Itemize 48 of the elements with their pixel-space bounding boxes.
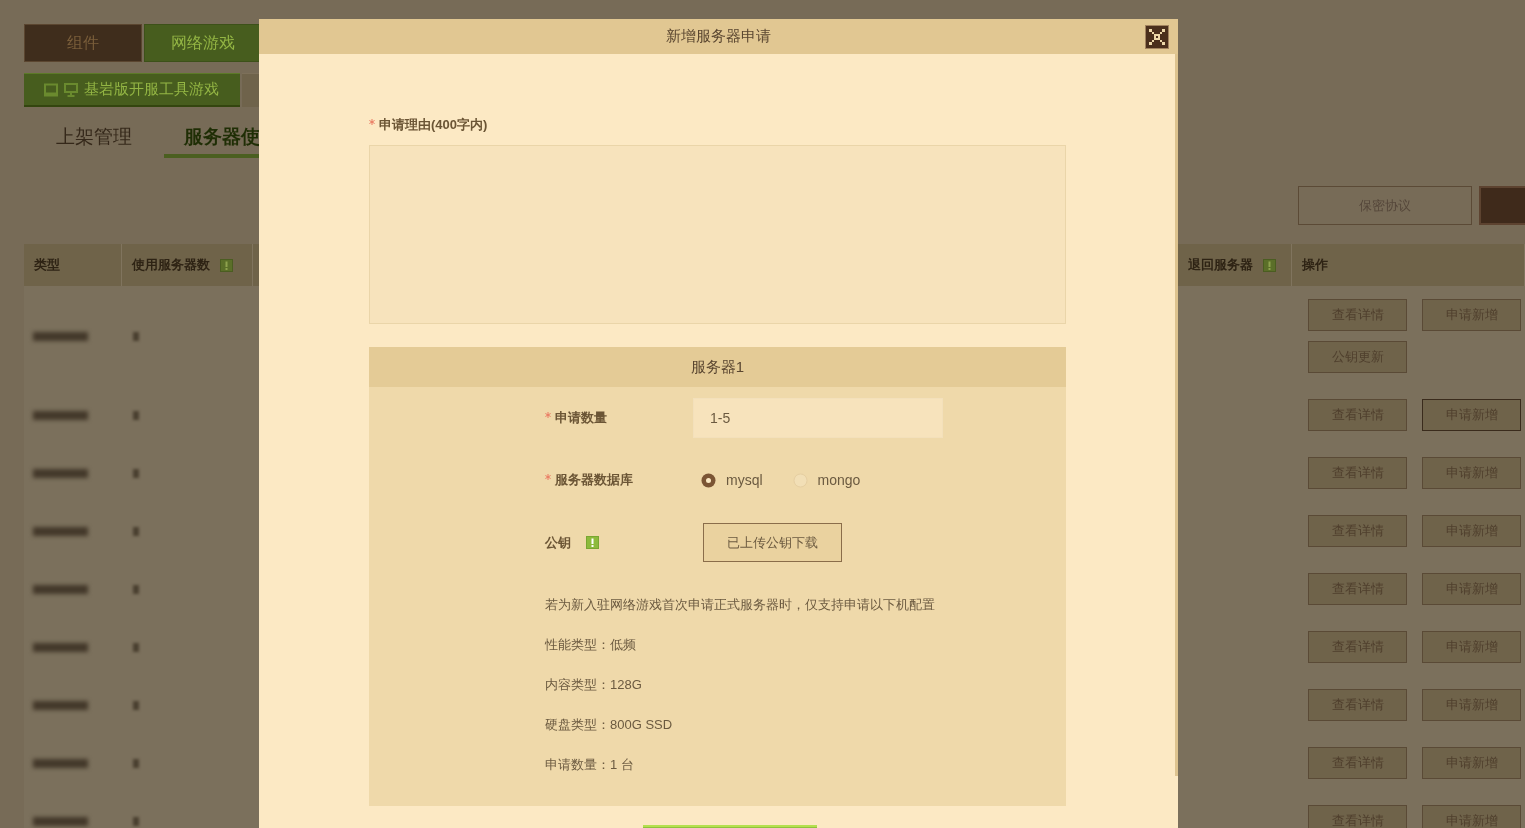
note-text: 硬盘类型：800G SSD	[545, 716, 673, 734]
blurred-text	[33, 758, 88, 768]
blurred-text	[133, 816, 139, 826]
blurred-text	[33, 331, 88, 341]
field-label: 申请数量	[555, 409, 607, 428]
radio-option[interactable]: mysql	[701, 469, 763, 491]
blurred-text	[133, 410, 139, 420]
dialog-title: 新增服务器申请	[666, 26, 771, 47]
blurred-text	[133, 642, 139, 652]
note-text: 内容类型：128G	[545, 676, 642, 694]
blurred-text	[33, 410, 88, 420]
blurred-text	[133, 584, 139, 594]
tab[interactable]: 上架管理	[24, 120, 164, 158]
blurred-text	[33, 642, 88, 652]
close-icon	[1145, 24, 1169, 49]
blurred-text	[33, 468, 88, 478]
column-header: 使用服务器数	[132, 256, 210, 275]
tab[interactable]: 基岩版开服工具游戏	[24, 73, 240, 107]
field-label: 服务器数据库	[555, 471, 633, 490]
blurred-text	[133, 700, 139, 710]
blurred-text	[133, 758, 139, 768]
column-header: 类型	[34, 256, 60, 275]
note-text: 性能类型：低频	[545, 636, 636, 654]
radio-option[interactable]: mongo	[792, 469, 861, 491]
blurred-text	[33, 700, 88, 710]
blurred-text	[33, 816, 88, 826]
close-button[interactable]	[1145, 24, 1169, 49]
note-text: 申请数量：1 台	[545, 756, 634, 774]
note-text: 若为新入驻网络游戏首次申请正式服务器时，仅支持申请以下机配置	[545, 596, 935, 614]
scrollbar[interactable]	[1175, 54, 1178, 776]
field-label: 申请理由(400字内)	[379, 116, 488, 135]
blurred-text	[133, 526, 139, 536]
monitor-icon	[64, 82, 78, 97]
panel-title: 服务器1	[690, 356, 745, 377]
blurred-text	[33, 584, 88, 594]
blurred-text	[33, 526, 88, 536]
tab[interactable]: 组件	[24, 24, 142, 62]
input-field[interactable]: 1-5	[693, 398, 943, 438]
blurred-text	[133, 331, 139, 341]
blurred-text	[133, 468, 139, 478]
column-header: 退回服务器	[1188, 256, 1253, 275]
field-label: 公钥	[545, 533, 571, 552]
download-button[interactable]: 已上传公钥下载	[703, 523, 842, 562]
tab[interactable]	[242, 73, 259, 107]
tablet-icon	[44, 82, 58, 97]
textarea-field[interactable]	[369, 145, 1066, 324]
column-header: 操作	[1302, 256, 1328, 275]
tab[interactable]: 网络游戏	[144, 24, 262, 62]
